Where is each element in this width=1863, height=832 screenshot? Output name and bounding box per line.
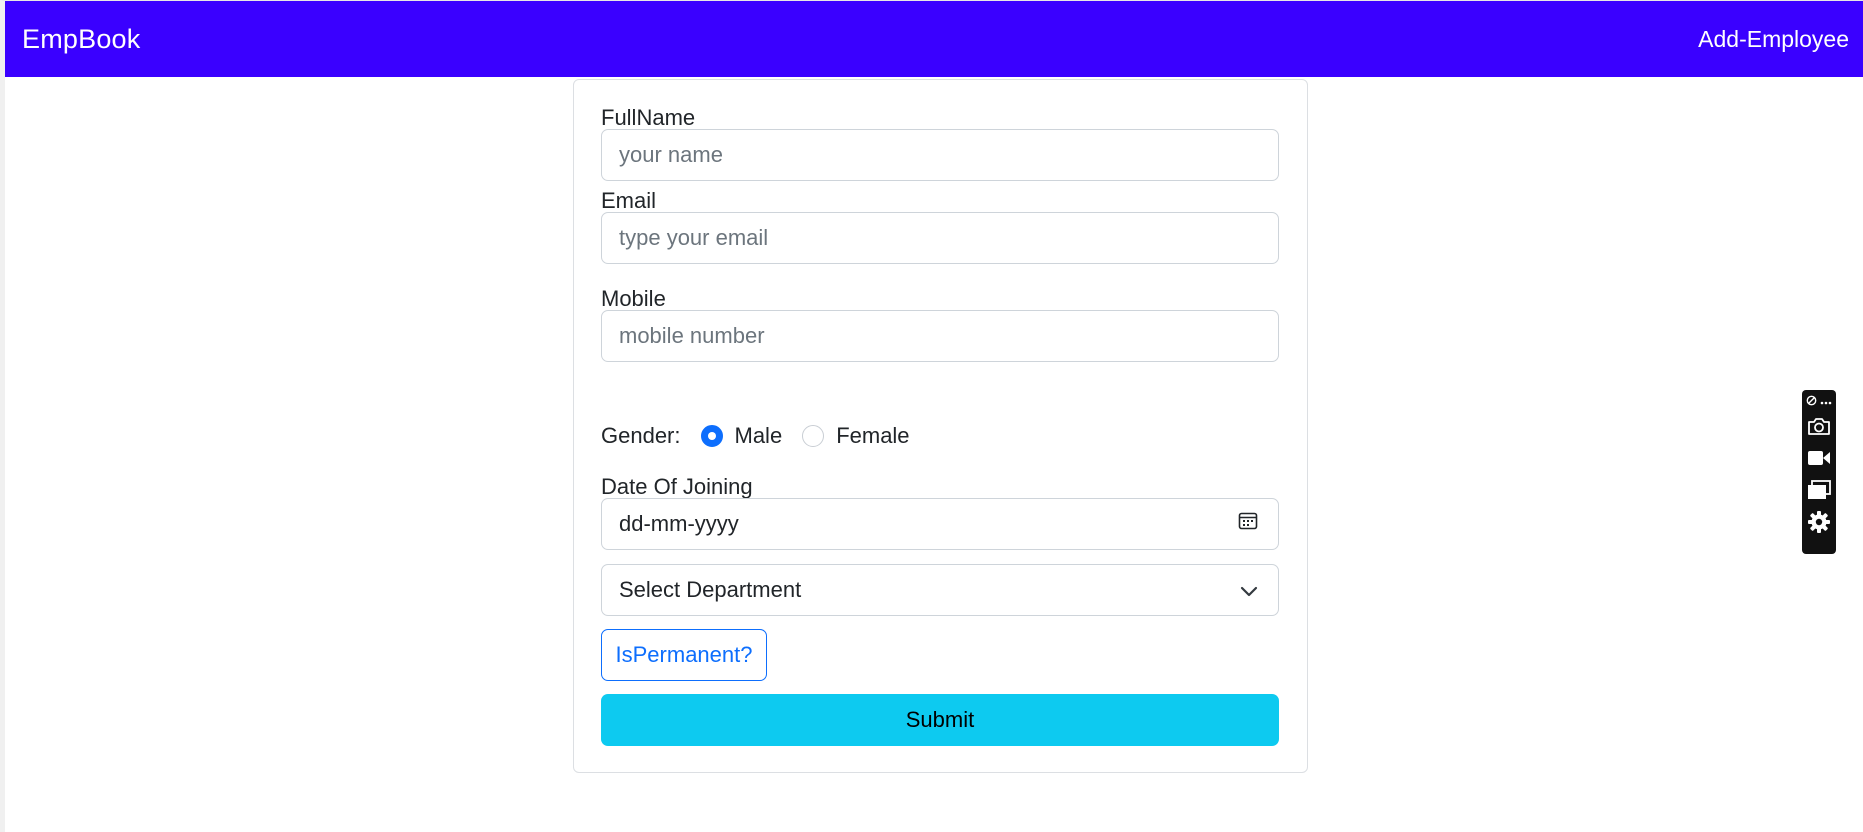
gender-option-female-label[interactable]: Female <box>836 423 909 449</box>
nav-link-add-employee[interactable]: Add-Employee <box>1698 26 1849 53</box>
fullname-label: FullName <box>601 105 696 130</box>
gender-label: Gender: <box>601 423 681 448</box>
gender-radio-male[interactable] <box>700 425 723 447</box>
department-selected-value: Select Department <box>619 577 802 602</box>
top-navbar: EmpBook Add-Employee <box>5 1 1863 77</box>
toolbar-header <box>1806 394 1832 410</box>
mobile-label: Mobile <box>601 286 666 311</box>
side-toolbar <box>1802 390 1836 554</box>
windows-icon[interactable] <box>1804 474 1834 506</box>
chevron-down-icon <box>1240 577 1258 603</box>
extension-icon[interactable] <box>1806 395 1817 409</box>
gear-icon[interactable] <box>1804 506 1834 538</box>
email-label: Email <box>601 188 657 213</box>
gender-radio-female[interactable] <box>802 425 825 447</box>
gender-radio-group: Gender: Male Female <box>601 419 930 453</box>
email-input[interactable] <box>601 212 1279 264</box>
employee-form-card: FullName Email Mobile Gender: Male Femal… <box>573 79 1308 773</box>
fullname-input[interactable] <box>601 129 1279 181</box>
submit-button[interactable]: Submit <box>601 694 1279 746</box>
doj-date-input[interactable]: dd-mm-yyyy <box>601 498 1279 550</box>
is-permanent-button[interactable]: IsPermanent? <box>601 629 767 681</box>
brand-logo[interactable]: EmpBook <box>22 24 140 55</box>
doj-label: Date Of Joining <box>601 474 753 499</box>
doj-placeholder: dd-mm-yyyy <box>619 511 739 536</box>
page: EmpBook Add-Employee FullName Email Mobi… <box>0 0 1863 832</box>
gender-option-male-label[interactable]: Male <box>735 423 783 449</box>
video-icon[interactable] <box>1804 442 1834 474</box>
camera-icon[interactable] <box>1804 410 1834 442</box>
more-icon[interactable] <box>1820 397 1832 408</box>
department-select[interactable]: Select Department <box>601 564 1279 616</box>
calendar-icon[interactable] <box>1238 511 1258 537</box>
mobile-input[interactable] <box>601 310 1279 362</box>
